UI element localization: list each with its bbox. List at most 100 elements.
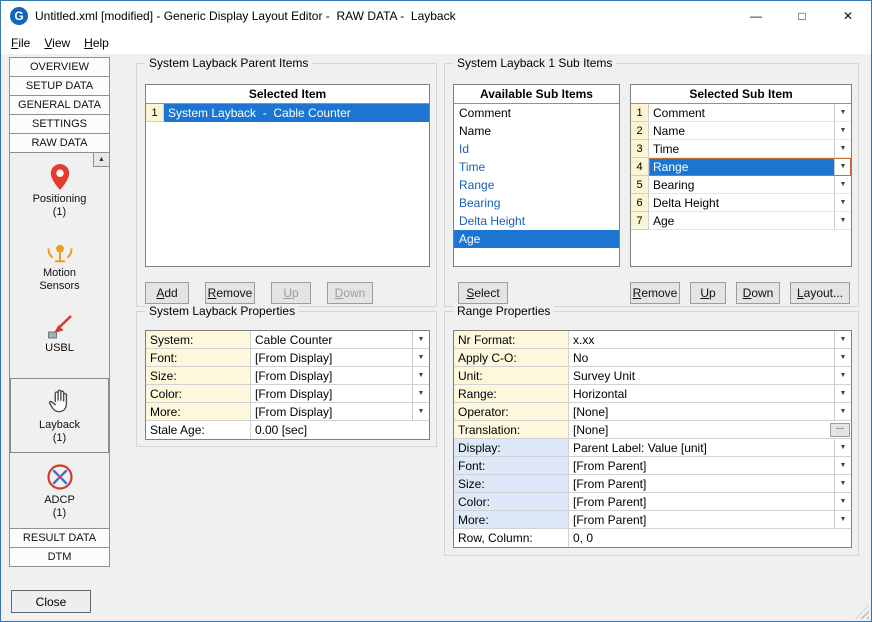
property-value[interactable]: [From Parent]: [569, 457, 834, 474]
maximize-icon[interactable]: □: [779, 1, 825, 31]
sidebar-item-setup-data[interactable]: SETUP DATA: [9, 76, 110, 96]
dropdown-arrow-icon[interactable]: ▼: [834, 122, 851, 139]
property-value[interactable]: [None]: [569, 403, 834, 420]
dropdown-arrow-icon[interactable]: ▼: [834, 439, 851, 456]
parent-item-label[interactable]: System Layback - Cable Counter: [164, 104, 429, 122]
dropdown-arrow-icon[interactable]: ▼: [834, 140, 851, 157]
minimize-icon[interactable]: —: [733, 1, 779, 31]
sub-item-value[interactable]: Bearing: [649, 176, 834, 193]
sub-item-value[interactable]: Delta Height: [649, 194, 834, 211]
up-button[interactable]: Up: [690, 282, 726, 304]
property-value[interactable]: [From Display]: [251, 349, 412, 366]
titlebar[interactable]: G Untitled.xml [modified] - Generic Disp…: [1, 1, 871, 31]
sidebar-module-adcp[interactable]: ADCP (1): [10, 453, 109, 528]
dropdown-arrow-icon[interactable]: ▼: [412, 403, 429, 420]
available-item-range[interactable]: Range: [454, 176, 619, 194]
dropdown-arrow-icon[interactable]: ▼: [834, 385, 851, 402]
property-value[interactable]: [From Parent]: [569, 475, 834, 492]
property-value[interactable]: 0, 0: [569, 529, 851, 547]
dropdown-arrow-icon[interactable]: ▼: [834, 158, 851, 175]
available-item-id[interactable]: Id: [454, 140, 619, 158]
available-item-time[interactable]: Time: [454, 158, 619, 176]
resize-grip[interactable]: [855, 605, 869, 619]
selected-sub-items-table[interactable]: Selected Sub Item 1 Comment ▼ 2 Name ▼ 3…: [630, 84, 852, 267]
remove-button[interactable]: Remove: [205, 282, 255, 304]
property-label: Stale Age:: [146, 421, 251, 439]
property-value[interactable]: Cable Counter: [251, 331, 412, 348]
property-value[interactable]: [From Display]: [251, 385, 412, 402]
selected-sub-item-row[interactable]: 6 Delta Height ▼: [631, 194, 851, 212]
property-value[interactable]: x.xx: [569, 331, 834, 348]
down-button[interactable]: Down: [736, 282, 780, 304]
dropdown-arrow-icon[interactable]: ▼: [412, 367, 429, 384]
menu-file[interactable]: File: [4, 33, 37, 53]
selected-sub-item-row[interactable]: 7 Age ▼: [631, 212, 851, 230]
sidebar-item-dtm[interactable]: DTM: [9, 547, 110, 567]
dropdown-arrow-icon[interactable]: ▼: [412, 331, 429, 348]
dropdown-arrow-icon[interactable]: ▼: [834, 493, 851, 510]
property-value[interactable]: [None]: [569, 421, 830, 438]
dropdown-arrow-icon[interactable]: ▼: [834, 212, 851, 229]
sub-item-value[interactable]: Range: [649, 158, 834, 175]
sub-item-value[interactable]: Name: [649, 122, 834, 139]
dropdown-arrow-icon[interactable]: ▼: [834, 511, 851, 528]
sub-item-value[interactable]: Time: [649, 140, 834, 157]
dropdown-arrow-icon[interactable]: ▼: [834, 331, 851, 348]
table-row[interactable]: 1 System Layback - Cable Counter: [146, 104, 429, 122]
sidebar-item-settings[interactable]: SETTINGS: [9, 114, 110, 134]
select-button[interactable]: Select: [458, 282, 508, 304]
menu-help[interactable]: Help: [77, 33, 116, 53]
sidebar-item-general-data[interactable]: GENERAL DATA: [9, 95, 110, 115]
property-value[interactable]: [From Parent]: [569, 511, 834, 528]
property-value[interactable]: [From Display]: [251, 367, 412, 384]
sub-item-value[interactable]: Comment: [649, 104, 834, 121]
selected-sub-item-row[interactable]: 3 Time ▼: [631, 140, 851, 158]
dropdown-arrow-icon[interactable]: ▼: [834, 194, 851, 211]
available-item-comment[interactable]: Comment: [454, 104, 619, 122]
property-value[interactable]: 0.00 [sec]: [251, 421, 429, 439]
scroll-up-icon[interactable]: ▲: [93, 153, 109, 167]
sidebar-module-usbl[interactable]: USBL: [10, 303, 109, 378]
dropdown-arrow-icon[interactable]: ▼: [834, 475, 851, 492]
dropdown-arrow-icon[interactable]: ▼: [834, 104, 851, 121]
property-value[interactable]: Survey Unit: [569, 367, 834, 384]
close-window-icon[interactable]: ✕: [825, 1, 871, 31]
dropdown-arrow-icon[interactable]: ▼: [834, 403, 851, 420]
property-value[interactable]: Parent Label: Value [unit]: [569, 439, 834, 456]
available-sub-items-list[interactable]: Available Sub Items Comment Name Id Time…: [453, 84, 620, 267]
selected-sub-item-row[interactable]: 5 Bearing ▼: [631, 176, 851, 194]
selected-sub-item-row[interactable]: 4 Range ▼: [631, 158, 851, 176]
sidebar-module-layback[interactable]: Layback (1): [10, 378, 109, 453]
dropdown-arrow-icon[interactable]: ▼: [834, 367, 851, 384]
add-button[interactable]: Add: [145, 282, 189, 304]
property-value[interactable]: Horizontal: [569, 385, 834, 402]
property-value[interactable]: [From Display]: [251, 403, 412, 420]
dropdown-arrow-icon[interactable]: ▼: [834, 349, 851, 366]
selected-sub-item-row[interactable]: 1 Comment ▼: [631, 104, 851, 122]
layout-button[interactable]: Layout...: [790, 282, 850, 304]
ellipsis-button[interactable]: ...: [830, 423, 850, 437]
sidebar-item-result-data[interactable]: RESULT DATA: [9, 528, 110, 548]
available-item-name[interactable]: Name: [454, 122, 619, 140]
property-value[interactable]: No: [569, 349, 834, 366]
up-button[interactable]: Up: [271, 282, 311, 304]
sidebar-module-motion-sensors[interactable]: Motion Sensors: [10, 228, 109, 303]
dropdown-arrow-icon[interactable]: ▼: [834, 457, 851, 474]
down-button[interactable]: Down: [327, 282, 373, 304]
menu-view[interactable]: View: [37, 33, 77, 53]
parent-items-table[interactable]: Selected Item 1 System Layback - Cable C…: [145, 84, 430, 267]
sidebar-item-overview[interactable]: OVERVIEW: [9, 57, 110, 77]
dropdown-arrow-icon[interactable]: ▼: [834, 176, 851, 193]
available-item-bearing[interactable]: Bearing: [454, 194, 619, 212]
dropdown-arrow-icon[interactable]: ▼: [412, 349, 429, 366]
dropdown-arrow-icon[interactable]: ▼: [412, 385, 429, 402]
property-row-font: Font: [From Display] ▼: [146, 349, 429, 367]
available-item-delta-height[interactable]: Delta Height: [454, 212, 619, 230]
property-value[interactable]: [From Parent]: [569, 493, 834, 510]
remove-button[interactable]: Remove: [630, 282, 680, 304]
sidebar-item-raw-data[interactable]: RAW DATA: [9, 133, 110, 153]
available-item-age[interactable]: Age: [454, 230, 619, 248]
sub-item-value[interactable]: Age: [649, 212, 834, 229]
selected-sub-item-row[interactable]: 2 Name ▼: [631, 122, 851, 140]
close-button[interactable]: Close: [11, 590, 91, 613]
